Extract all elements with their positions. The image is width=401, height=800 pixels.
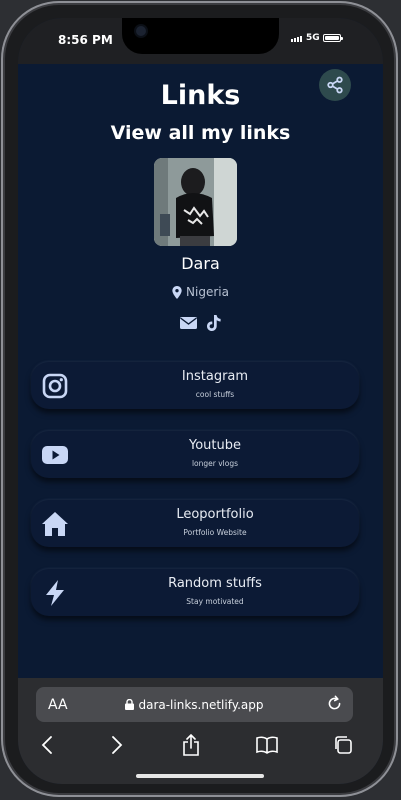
link-subtitle: longer vlogs <box>191 459 239 468</box>
home-icon <box>42 512 68 536</box>
url-display: dara-links.netlify.app <box>36 698 353 712</box>
chevron-right-icon <box>112 736 123 754</box>
link-subtitle: cool stuffs <box>195 390 235 399</box>
location-text: Nigeria <box>186 285 229 299</box>
back-button[interactable] <box>34 732 60 758</box>
browser-bar: AA dara-links.netlify.app <box>18 678 383 784</box>
link-title: Random stuffs <box>168 576 262 591</box>
page-subtitle: View all my links <box>110 122 291 144</box>
avatar <box>154 158 237 246</box>
camera-icon <box>136 26 146 36</box>
screen: 8:56 PM 5G Links View all my links Dara … <box>18 18 383 784</box>
link-subtitle: Stay motivated <box>186 597 244 606</box>
share-icon <box>327 76 343 94</box>
email-icon <box>180 317 197 329</box>
tiktok-link[interactable] <box>207 315 221 335</box>
profile-name: Dara <box>181 254 220 273</box>
share-button[interactable] <box>319 69 351 101</box>
tiktok-icon <box>207 315 221 331</box>
home-indicator <box>136 774 264 778</box>
social-icons <box>18 315 383 335</box>
tabs-icon <box>335 736 352 754</box>
share-up-icon <box>183 734 199 756</box>
reload-icon[interactable] <box>326 695 343 712</box>
share-sheet-button[interactable] <box>178 732 204 758</box>
book-icon <box>256 736 278 754</box>
network-label: 5G <box>306 33 320 43</box>
forward-button[interactable] <box>104 732 130 758</box>
phone-frame: 8:56 PM 5G Links View all my links Dara … <box>1 1 398 797</box>
link-subtitle: Portfolio Website <box>183 528 247 537</box>
lock-icon <box>125 698 135 710</box>
bolt-icon <box>46 580 64 606</box>
link-card-youtube[interactable]: Youtube longer vlogs <box>31 431 359 478</box>
youtube-icon <box>42 446 68 464</box>
address-bar[interactable]: AA dara-links.netlify.app <box>36 687 353 722</box>
location-pin-icon <box>172 285 182 299</box>
notch <box>122 18 279 54</box>
location: Nigeria <box>18 285 383 299</box>
status-bar: 8:56 PM 5G <box>18 18 383 64</box>
bookmarks-button[interactable] <box>254 732 280 758</box>
signal-icon <box>291 36 302 42</box>
instagram-icon <box>42 373 68 399</box>
url-text: dara-links.netlify.app <box>138 698 264 712</box>
link-title: Leoportfolio <box>176 507 254 522</box>
battery-icon <box>323 34 343 42</box>
link-title: Instagram <box>181 369 249 384</box>
link-card-leoportfolio[interactable]: Leoportfolio Portfolio Website <box>31 500 359 547</box>
browser-toolbar <box>18 732 383 762</box>
link-title: Youtube <box>189 438 241 453</box>
chevron-left-icon <box>41 736 52 754</box>
link-card-random-stuffs[interactable]: Random stuffs Stay motivated <box>31 569 359 616</box>
email-link[interactable] <box>180 315 197 335</box>
status-time: 8:56 PM <box>58 33 113 47</box>
link-card-instagram[interactable]: Instagram cool stuffs <box>31 362 359 409</box>
tabs-button[interactable] <box>330 732 356 758</box>
